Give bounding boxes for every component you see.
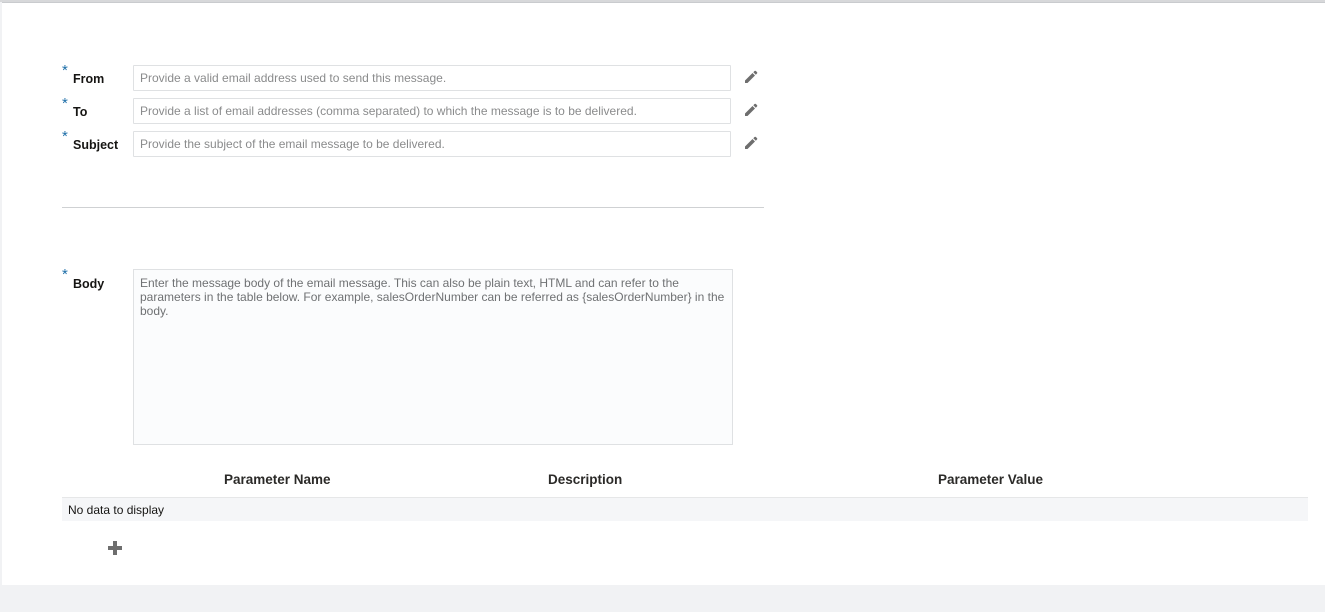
body-textarea[interactable] — [133, 269, 733, 445]
subject-label: Subject — [73, 138, 119, 152]
to-edit-button[interactable] — [742, 101, 760, 119]
to-label: To — [73, 105, 88, 119]
from-input[interactable] — [133, 65, 731, 91]
column-header-parameter-name[interactable]: Parameter Name — [224, 472, 331, 487]
subject-input[interactable] — [133, 131, 731, 157]
empty-message: No data to display — [68, 503, 165, 517]
column-header-parameter-value[interactable]: Parameter Value — [938, 472, 1043, 487]
section-divider — [62, 207, 764, 208]
subject-edit-button[interactable] — [742, 134, 760, 152]
pencil-icon — [745, 103, 758, 116]
to-input[interactable] — [133, 98, 731, 124]
required-marker: * — [62, 62, 68, 79]
add-parameter-button[interactable] — [108, 540, 124, 556]
table-empty-row: No data to display — [62, 498, 1308, 521]
required-marker: * — [62, 128, 68, 145]
required-marker: * — [62, 95, 68, 112]
body-label: Body — [73, 277, 105, 291]
column-header-description[interactable]: Description — [548, 472, 622, 487]
pencil-icon — [745, 136, 758, 149]
required-marker: * — [62, 266, 68, 283]
from-label: From — [73, 72, 105, 86]
from-edit-button[interactable] — [742, 68, 760, 86]
pencil-icon — [745, 70, 758, 83]
